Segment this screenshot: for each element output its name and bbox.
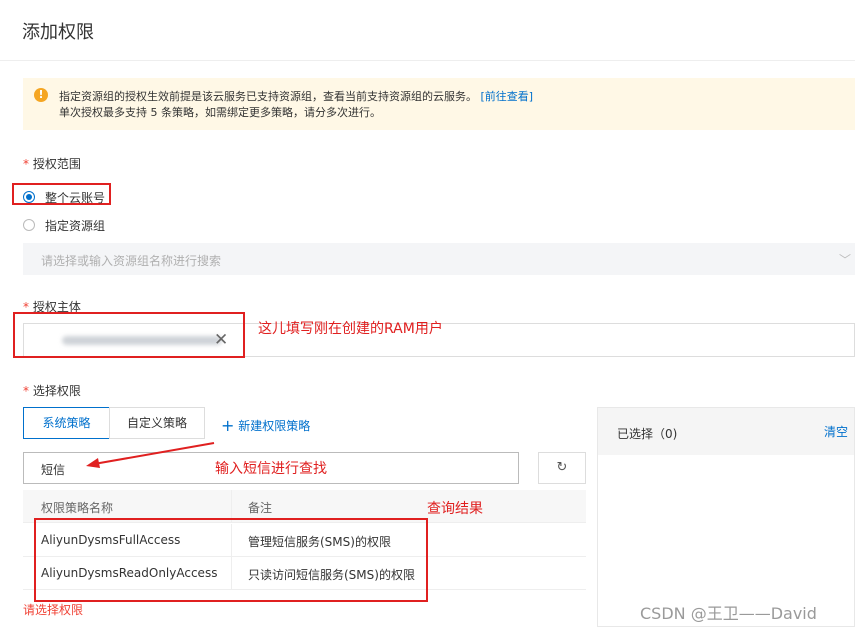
- policy-search-value: 短信: [41, 463, 66, 477]
- principal-highlight-box: [13, 312, 245, 358]
- required-mark: *: [23, 384, 29, 398]
- resource-group-select[interactable]: 请选择或输入资源组名称进行搜索 ﹀: [23, 243, 855, 275]
- refresh-button[interactable]: ↻: [538, 452, 586, 484]
- radio-whole-account[interactable]: [23, 191, 35, 203]
- view-supported-link[interactable]: [前往查看]: [481, 90, 534, 103]
- scope-label-row: * 授权范围: [23, 155, 81, 172]
- page-title: 添加权限: [22, 22, 94, 43]
- column-policy-name: 权限策略名称: [41, 501, 114, 515]
- selected-count: 已选择（0): [617, 427, 678, 441]
- option-resource-group[interactable]: 指定资源组: [45, 217, 105, 234]
- selected-panel-header: 已选择（0) 清空: [598, 408, 854, 455]
- chevron-down-icon: ﹀: [838, 253, 851, 267]
- plus-icon: +: [221, 416, 235, 435]
- option-whole-account[interactable]: 整个云账号: [45, 189, 105, 206]
- arrow-icon: [86, 442, 215, 468]
- permissions-label: 选择权限: [32, 384, 81, 398]
- title-divider: [0, 60, 855, 61]
- new-policy-link[interactable]: + 新建权限策略: [221, 416, 310, 435]
- column-note: 备注: [248, 501, 273, 515]
- new-policy-label: 新建权限策略: [238, 419, 311, 433]
- notice-line-1: 指定资源组的授权生效前提是该云服务已支持资源组，查看当前支持资源组的云服务。 […: [59, 88, 533, 104]
- permission-error: 请选择权限: [23, 603, 84, 617]
- notice-line-2: 单次授权最多支持 5 条策略，如需绑定更多策略，请分多次进行。: [59, 106, 381, 119]
- notice-text-1: 指定资源组的授权生效前提是该云服务已支持资源组，查看当前支持资源组的云服务。: [59, 90, 477, 103]
- watermark: CSDN @王卫——David: [640, 604, 817, 623]
- notice-banner: ! 指定资源组的授权生效前提是该云服务已支持资源组，查看当前支持资源组的云服务。…: [23, 78, 855, 130]
- refresh-icon: ↻: [556, 460, 568, 475]
- scope-label: 授权范围: [32, 157, 81, 171]
- clear-button[interactable]: 清空: [824, 423, 848, 440]
- result-highlight-box: [34, 518, 428, 602]
- required-mark: *: [23, 157, 29, 171]
- radio-resource-group[interactable]: [23, 219, 35, 231]
- result-annotation: 查询结果: [427, 501, 483, 517]
- tab-custom-policy[interactable]: 自定义策略: [109, 407, 205, 439]
- resource-group-placeholder: 请选择或输入资源组名称进行搜索: [41, 254, 222, 268]
- search-annotation: 输入短信进行查找: [215, 461, 327, 477]
- tab-system-policy[interactable]: 系统策略: [23, 407, 110, 439]
- principal-annotation: 这儿填写刚在创建的RAM用户: [258, 321, 443, 337]
- selected-panel: 已选择（0) 清空: [597, 407, 855, 627]
- warning-icon: !: [34, 88, 48, 102]
- permissions-label-row: * 选择权限: [23, 382, 81, 399]
